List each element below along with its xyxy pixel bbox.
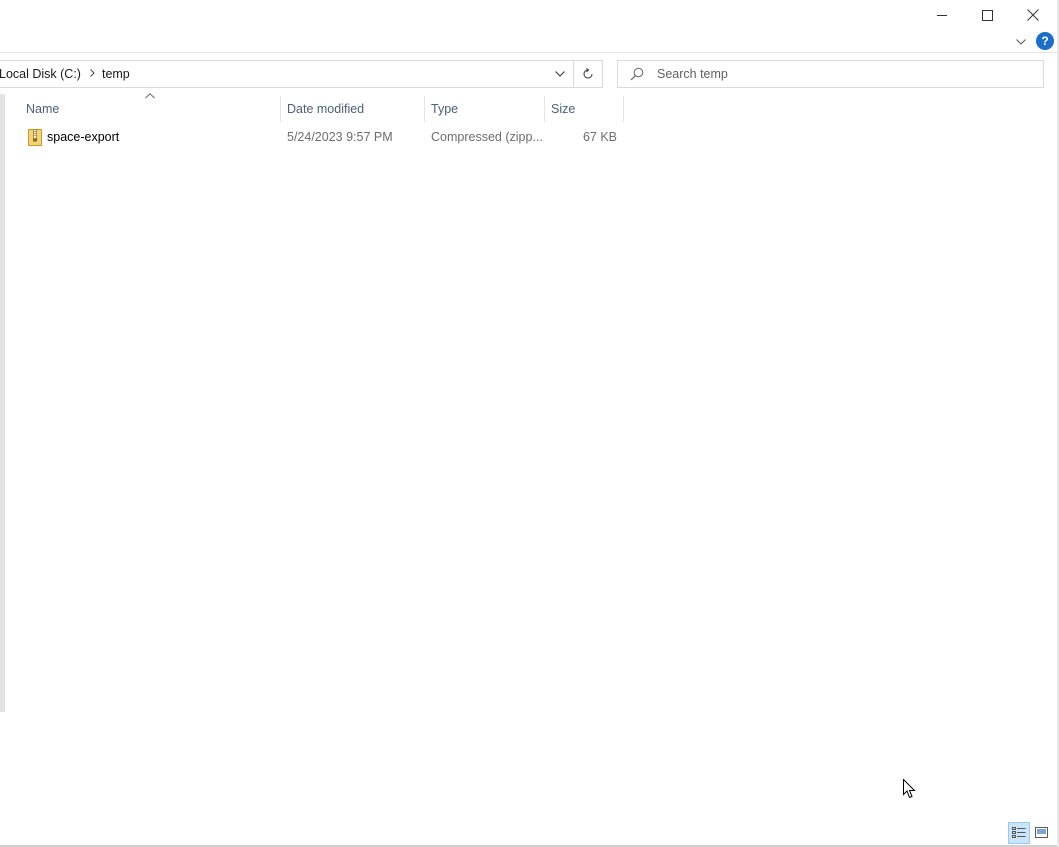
navigation-pane-scrollbar[interactable] bbox=[0, 94, 5, 712]
minimize-icon bbox=[936, 14, 947, 16]
maximize-icon bbox=[981, 9, 993, 21]
chevron-down-icon bbox=[1016, 39, 1026, 45]
zip-folder-icon bbox=[28, 129, 42, 146]
file-row[interactable]: space-export 5/24/2023 9:57 PM Compresse… bbox=[20, 126, 622, 148]
breadcrumb-item-local-disk[interactable]: Local Disk (C:) bbox=[0, 67, 85, 81]
maximize-button[interactable] bbox=[964, 0, 1010, 30]
column-header-name[interactable]: Name bbox=[20, 96, 280, 122]
large-icons-view-icon bbox=[1034, 826, 1048, 838]
breadcrumb-item-temp[interactable]: temp bbox=[102, 67, 134, 81]
address-history-dropdown[interactable] bbox=[547, 61, 573, 87]
chevron-right-icon[interactable] bbox=[85, 68, 102, 80]
expand-ribbon-button[interactable] bbox=[1012, 33, 1030, 51]
file-type: Compressed (zipp... bbox=[431, 130, 543, 144]
file-explorer-window: ? Local Disk (C:) temp Search temp Name bbox=[0, 0, 1059, 847]
search-box[interactable]: Search temp bbox=[617, 60, 1044, 88]
close-icon bbox=[1027, 9, 1039, 21]
details-view-button[interactable] bbox=[1008, 822, 1030, 844]
file-size: 67 KB bbox=[582, 130, 617, 144]
column-header-size[interactable]: Size bbox=[545, 96, 623, 122]
close-button[interactable] bbox=[1010, 0, 1056, 30]
search-input[interactable]: Search temp bbox=[657, 67, 728, 81]
file-name[interactable]: space-export bbox=[47, 126, 119, 148]
breadcrumb: Local Disk (C:) temp bbox=[0, 67, 134, 81]
address-bar[interactable]: Local Disk (C:) temp bbox=[0, 60, 574, 88]
status-bar bbox=[0, 821, 1059, 845]
minimize-button[interactable] bbox=[919, 0, 965, 30]
help-button[interactable]: ? bbox=[1036, 32, 1054, 50]
refresh-button[interactable] bbox=[573, 60, 603, 88]
file-date-modified: 5/24/2023 9:57 PM bbox=[287, 130, 393, 144]
mouse-cursor-icon bbox=[903, 779, 916, 799]
column-header-date-modified[interactable]: Date modified bbox=[281, 96, 424, 122]
chevron-down-icon bbox=[555, 71, 565, 77]
refresh-icon bbox=[583, 68, 593, 79]
search-icon bbox=[630, 67, 644, 81]
column-header-type[interactable]: Type bbox=[425, 96, 544, 122]
ribbon-row: ? bbox=[0, 30, 1059, 53]
large-icons-view-button[interactable] bbox=[1033, 824, 1049, 840]
column-divider[interactable] bbox=[623, 96, 624, 122]
details-view-icon bbox=[1012, 827, 1026, 838]
column-headers: Name Date modified Type Size bbox=[20, 93, 630, 122]
title-bar bbox=[0, 0, 1059, 30]
